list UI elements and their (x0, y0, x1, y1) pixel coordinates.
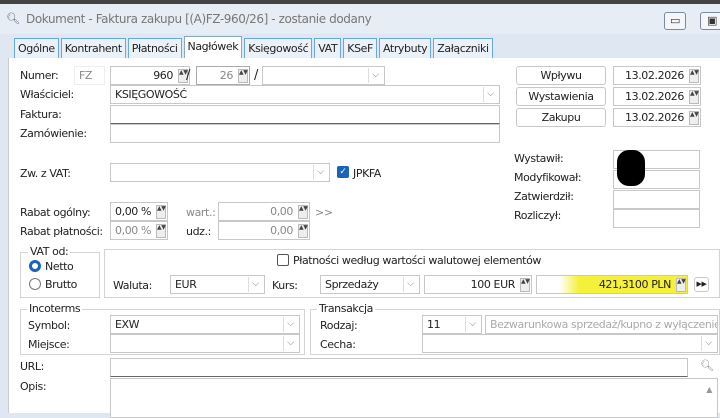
symbol-combo[interactable]: EXW ⌵ (110, 315, 300, 334)
brutto-label: Brutto (45, 278, 77, 291)
modyfikowal-label: Modyfikował: (514, 171, 582, 184)
next-button[interactable]: ▶▶ (694, 277, 709, 292)
scroll-up-icon: ▲ (706, 385, 712, 394)
chevron-down-icon: ⌵ (283, 317, 297, 332)
open-url-icon[interactable]: 🔍︎ (700, 359, 714, 372)
wystawil-label: Wystawił: (514, 152, 564, 165)
vat-od-group (20, 252, 100, 298)
url-label: URL: (20, 360, 44, 373)
zatwierdzil-value (613, 190, 700, 209)
opis-textarea[interactable]: ▲ (110, 378, 718, 418)
symbol-label: Symbol: (28, 319, 70, 332)
tab-vat[interactable]: VAT (314, 38, 342, 59)
incoterms-label: Incoterms (27, 302, 83, 315)
apply-rabat-button[interactable]: >> (315, 206, 333, 219)
tab-ksiegowosc[interactable]: Księgowość (244, 38, 313, 59)
rodzaj-combo[interactable]: 11 ⌵ (422, 315, 482, 334)
transakcja-label: Transakcja (317, 302, 376, 315)
wart-label: wart.: (186, 206, 216, 219)
chevron-down-icon: ⌵ (283, 336, 297, 351)
wplywu-button[interactable]: Wpływu (516, 66, 606, 85)
miejsce-label: Miejsce: (28, 338, 70, 351)
waluta-label: Waluta: (113, 279, 152, 292)
wlasciciel-label: Właściciel: (20, 88, 74, 101)
zatwierdzil-label: Zatwierdził: (514, 190, 574, 203)
rok-input[interactable]: 26 ▲▼ (196, 66, 250, 85)
title-bar: 🔍︎ Dokument - Faktura zakupu [(A)FZ-960/… (0, 4, 720, 34)
udz-input[interactable]: 0,00 ▲▼ (218, 221, 310, 240)
wlasciciel-combo[interactable]: KSIĘGOWOŚĆ ⌵ (110, 85, 500, 104)
redaction-mark (617, 150, 645, 186)
chevron-down-icon: ⌵ (368, 68, 382, 83)
search-icon: 🔍︎ (6, 12, 20, 25)
waluta-combo[interactable]: EUR ⌵ (170, 275, 265, 294)
rodzaj-opis: Bezwarunkowa sprzedaż/kupno z wyłączenie… (485, 315, 718, 334)
chevron-down-icon: ⌵ (701, 336, 715, 351)
url-input[interactable] (110, 358, 688, 377)
kurs-ilosc-input[interactable]: 100 EUR ▲▼ (424, 275, 532, 294)
faktura-label: Faktura: (20, 108, 62, 121)
zakupu-button[interactable]: Zakupu (516, 108, 606, 127)
minimize-button[interactable]: ▭ (664, 12, 686, 30)
netto-label: Netto (45, 260, 74, 273)
numer-prefix: FZ (74, 66, 105, 85)
jpkfa-label: JPKFA (353, 167, 381, 180)
slash: / (186, 68, 190, 83)
rabat-platnosci-label: Rabat płatności: (20, 225, 103, 238)
kurs-wartosc-input[interactable]: 421,3100 PLN ▲▼ (536, 275, 688, 294)
chevron-down-icon: ⌵ (465, 317, 479, 332)
wplywu-date[interactable]: 13.02.2026 ▲▼ (613, 66, 701, 85)
window-title: Dokument - Faktura zakupu [(A)FZ-960/26]… (26, 12, 372, 26)
zwvat-label: Zw. z VAT: (20, 167, 71, 180)
zamowienie-input[interactable] (110, 124, 500, 143)
platnosci-waluta-label: Płatności według wartości walutowej elem… (293, 254, 542, 267)
tab-naglowek[interactable]: Nagłówek (183, 36, 243, 60)
netto-radio[interactable] (29, 260, 41, 272)
tab-atrybuty[interactable]: Atrybuty (378, 38, 432, 59)
wystawienia-button[interactable]: Wystawienia (516, 87, 606, 106)
rabat-ogolny-input[interactable]: 0,00 % ▲▼ (110, 202, 168, 221)
platnosci-waluta-checkbox[interactable] (277, 254, 289, 266)
chevron-down-icon: ⌵ (313, 165, 327, 180)
cecha-combo[interactable]: ⌵ (422, 334, 718, 353)
tab-zalaczniki[interactable]: Załączniki (433, 38, 493, 59)
numer-input[interactable]: 960 ▲▼ (110, 66, 190, 85)
opis-label: Opis: (20, 380, 47, 393)
tab-ogolne[interactable]: Ogólne (14, 38, 59, 59)
rabat-platnosci-input[interactable]: 0,00 % ▲▼ (110, 221, 168, 240)
tab-bar: Ogólne Kontrahent Płatności Nagłówek Ksi… (14, 36, 493, 60)
cecha-label: Cecha: (320, 338, 356, 351)
wart-input[interactable]: 0,00 ▲▼ (218, 202, 310, 221)
udz-label: udz.: (186, 225, 211, 238)
tab-kontrahent[interactable]: Kontrahent (60, 38, 126, 59)
zakupu-date[interactable]: 13.02.2026 ▲▼ (613, 108, 701, 127)
rozliczyl-value (613, 209, 700, 228)
maximize-button[interactable]: ▣ (700, 12, 720, 30)
chevron-down-icon: ⌵ (483, 87, 497, 102)
rodzaj-label: Rodzaj: (320, 319, 358, 332)
rozliczyl-label: Rozliczył: (514, 209, 561, 222)
seria-combo[interactable]: ⌵ (262, 66, 385, 85)
tab-platnosci[interactable]: Płatności (127, 38, 182, 59)
wystawienia-date[interactable]: 13.02.2026 ▲▼ (613, 87, 701, 106)
tab-ksef[interactable]: KSeF (343, 38, 377, 59)
numer-label: Numer: (20, 69, 59, 82)
chevron-down-icon: ⌵ (403, 277, 417, 292)
rabat-ogolny-label: Rabat ogólny: (20, 206, 91, 219)
kurs-combo[interactable]: Sprzedaży ⌵ (320, 275, 420, 294)
faktura-input[interactable] (110, 105, 500, 124)
zwvat-combo[interactable]: ⌵ (110, 163, 330, 182)
brutto-radio[interactable] (29, 278, 41, 290)
slash-2: / (254, 68, 258, 83)
miejsce-combo[interactable]: ⌵ (110, 334, 300, 353)
kurs-label: Kurs: (272, 279, 298, 292)
vat-od-label: VAT od: (28, 245, 71, 258)
zamowienie-label: Zamówienie: (20, 127, 87, 140)
jpkfa-checkbox[interactable]: ✓ (337, 166, 349, 178)
chevron-down-icon: ⌵ (248, 277, 262, 292)
